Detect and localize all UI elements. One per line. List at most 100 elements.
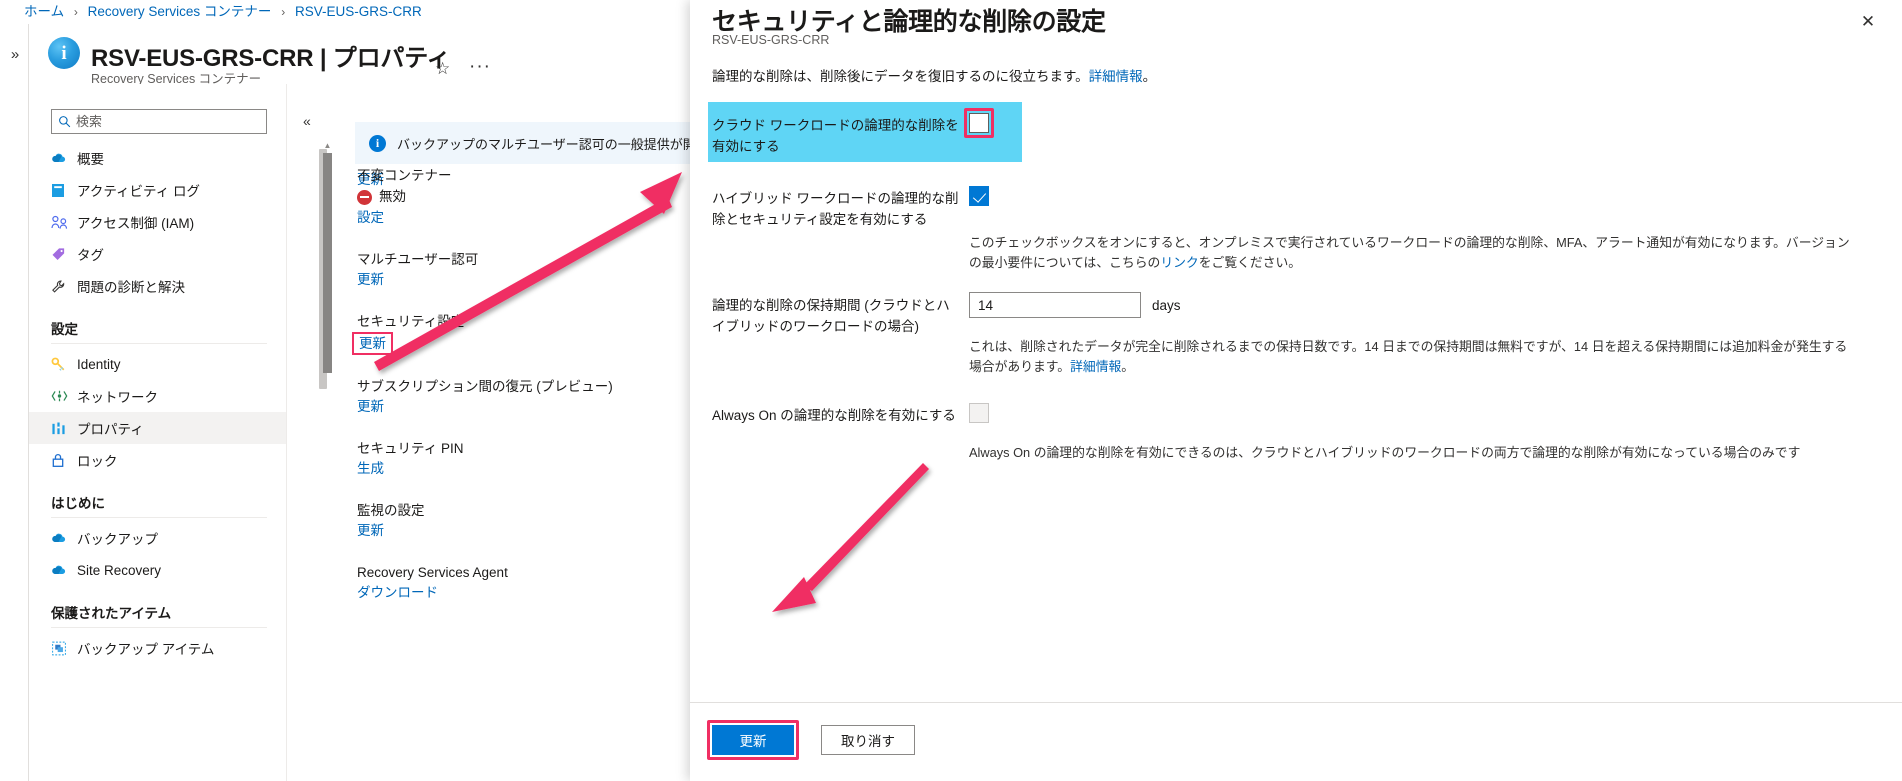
cancel-button[interactable]: 取り消す	[821, 725, 915, 755]
sidebar-item-label: 概要	[77, 152, 104, 167]
property-status-text: 無効	[379, 189, 406, 204]
search-icon	[52, 115, 76, 128]
hybrid-soft-delete-checkbox[interactable]	[969, 186, 989, 206]
sidebar-item-label: Identity	[77, 356, 121, 372]
deny-icon	[357, 189, 372, 205]
breadcrumb-item-recovery-services[interactable]: Recovery Services コンテナー	[88, 4, 272, 19]
key-icon	[51, 357, 77, 372]
info-icon: i	[369, 134, 386, 152]
backup-item-icon	[51, 641, 77, 656]
sidebar-item-label: タグ	[77, 248, 104, 263]
sidebar-item-6[interactable]: Identity	[29, 348, 286, 380]
sidebar-item-14[interactable]: バックアップ アイテム	[29, 632, 286, 664]
content-scrollbar-thumb[interactable]	[323, 153, 332, 373]
sidebar-group-10: はじめに	[51, 496, 105, 511]
retention-help-suffix: 。	[1121, 359, 1135, 374]
retention-period-control: days	[969, 292, 1181, 318]
collapse-sidebar-icon[interactable]: «	[303, 113, 311, 129]
flyout-description-tail: 。	[1142, 69, 1157, 84]
cloud-icon	[51, 530, 77, 546]
property-action-wrap: 生成	[357, 459, 687, 479]
network-icon	[51, 389, 77, 403]
breadcrumb-separator: ›	[73, 5, 78, 19]
sidebar-item-11[interactable]: バックアップ	[29, 522, 286, 554]
property-action-link[interactable]: 更新	[357, 521, 384, 541]
tag-icon	[51, 247, 77, 262]
blade-sidebar: 概要アクティビティ ログアクセス制御 (IAM) タグ問題の診断と解決設定 Iden…	[29, 84, 287, 781]
property-action-wrap: 更新	[357, 270, 687, 290]
hybrid-soft-delete-label: ハイブリッド ワークロードの論理的な削除とセキュリティ設定を有効にする	[712, 191, 959, 227]
property-block-5: 監視の設定 更新	[357, 501, 687, 541]
content-scrollbar[interactable]: ▲	[323, 141, 332, 381]
retention-period-unit: days	[1152, 297, 1181, 313]
flyout-description: 論理的な削除は、削除後にデータを復旧するのに役立ちます。詳細情報。	[712, 65, 1156, 85]
cloud-soft-delete-checkbox[interactable]	[969, 113, 989, 133]
sidebar-item-3[interactable]: タグ	[29, 238, 286, 270]
property-action-link[interactable]: ダウンロード	[357, 583, 438, 603]
close-icon[interactable]: ✕	[1854, 8, 1882, 36]
sidebar-group-5: 設定	[51, 322, 78, 337]
breadcrumb-item-vault[interactable]: RSV-EUS-GRS-CRR	[295, 4, 422, 19]
blade-header: i RSV-EUS-GRS-CRR | プロパティ ☆ ··· Recovery…	[29, 24, 690, 86]
search-box[interactable]	[51, 109, 267, 134]
flyout-footer: 更新 取り消す	[690, 702, 1902, 781]
sidebar-item-4[interactable]: 問題の診断と解決	[29, 270, 286, 302]
sidebar-item-2[interactable]: アクセス制御 (IAM)	[29, 206, 286, 238]
always-on-help: Always On の論理的な削除を有効にできるのは、クラウドとハイブリッドのワ…	[969, 443, 1859, 463]
retention-help-link[interactable]: 詳細情報	[1070, 359, 1121, 374]
property-action-link[interactable]: 更新	[357, 270, 384, 290]
hybrid-soft-delete-checkbox-wrap	[969, 186, 989, 211]
hybrid-help-suffix: をご覧ください。	[1198, 255, 1302, 270]
property-action-wrap: 更新	[352, 332, 687, 355]
property-action-link[interactable]: 設定	[357, 208, 384, 228]
property-block-6: Recovery Services Agent ダウンロード	[357, 563, 687, 603]
flyout-description-link[interactable]: 詳細情報	[1089, 69, 1143, 84]
sidebar-group-13: 保護されたアイテム	[51, 606, 172, 621]
property-name: 監視の設定	[357, 503, 425, 518]
sidebar-item-label: アクセス制御 (IAM)	[77, 216, 195, 231]
property-action-link[interactable]: 更新	[352, 332, 393, 355]
sidebar-item-8[interactable]: プロパティ	[29, 412, 286, 444]
breadcrumb: ホーム › Recovery Services コンテナー › RSV-EUS-…	[24, 3, 422, 21]
people-icon	[51, 215, 77, 230]
property-status: 無効	[357, 186, 687, 208]
info-banner: i バックアップのマルチユーザー認可の一般提供が開始されました。構成	[355, 122, 690, 164]
property-name: 不変コンテナー	[357, 168, 452, 183]
properties-icon	[51, 421, 77, 436]
breadcrumb-item-home[interactable]: ホーム	[24, 4, 64, 19]
sidebar-item-12[interactable]: Site Recovery	[29, 554, 286, 586]
cloud-icon	[51, 562, 77, 578]
rail-expand-icon[interactable]: »	[6, 45, 24, 63]
sidebar-item-7[interactable]: ネットワーク	[29, 380, 286, 412]
property-action-link[interactable]: 更新	[357, 397, 384, 417]
scroll-up-arrow-icon[interactable]: ▲	[323, 141, 332, 151]
property-block-0: 不変コンテナー無効設定	[357, 166, 687, 228]
always-on-soft-delete-label: Always On の論理的な削除を有効にする	[712, 408, 956, 423]
property-block-4: セキュリティ PIN 生成	[357, 439, 687, 479]
sidebar-item-label: 問題の診断と解決	[77, 280, 185, 295]
more-options-icon[interactable]: ···	[469, 57, 491, 76]
cloud-soft-delete-label: クラウド ワークロードの論理的な削除を有効にする	[712, 118, 959, 154]
sidebar-item-1[interactable]: アクティビティ ログ	[29, 174, 286, 206]
form-row-cloud-soft-delete: クラウド ワークロードの論理的な削除を有効にする	[690, 102, 1902, 164]
sidebar-item-0[interactable]: 概要	[29, 142, 286, 174]
hybrid-help-link[interactable]: リンク	[1160, 255, 1198, 270]
always-on-soft-delete-checkbox[interactable]	[969, 403, 989, 423]
update-button-wrap: 更新	[707, 720, 799, 760]
flyout-description-text: 論理的な削除は、削除後にデータを復旧するのに役立ちます。	[712, 69, 1089, 84]
search-input[interactable]	[76, 110, 266, 133]
sidebar-item-label: ネットワーク	[77, 390, 158, 405]
vault-blade: i RSV-EUS-GRS-CRR | プロパティ ☆ ··· Recovery…	[28, 24, 690, 781]
property-action-link[interactable]: 生成	[357, 459, 384, 479]
property-block-2: セキュリティ設定 更新	[352, 312, 687, 355]
retention-period-help: これは、削除されたデータが完全に削除されるまでの保持日数です。14 日までの保持…	[969, 337, 1859, 377]
retention-period-label: 論理的な削除の保持期間 (クラウドとハイブリッドのワークロードの場合)	[712, 298, 950, 334]
retention-period-input[interactable]	[969, 292, 1141, 318]
update-button[interactable]: 更新	[712, 725, 794, 755]
property-name: マルチユーザー認可	[357, 252, 479, 267]
sidebar-group-divider	[51, 627, 267, 628]
favorite-star-icon[interactable]: ☆	[435, 60, 450, 77]
always-on-help-prefix: Always On の論理的な削除を有効にできるのは、クラウドとハイブリッドのワ…	[969, 445, 1801, 460]
sidebar-item-label: プロパティ	[77, 422, 144, 437]
sidebar-item-9[interactable]: ロック	[29, 444, 286, 476]
